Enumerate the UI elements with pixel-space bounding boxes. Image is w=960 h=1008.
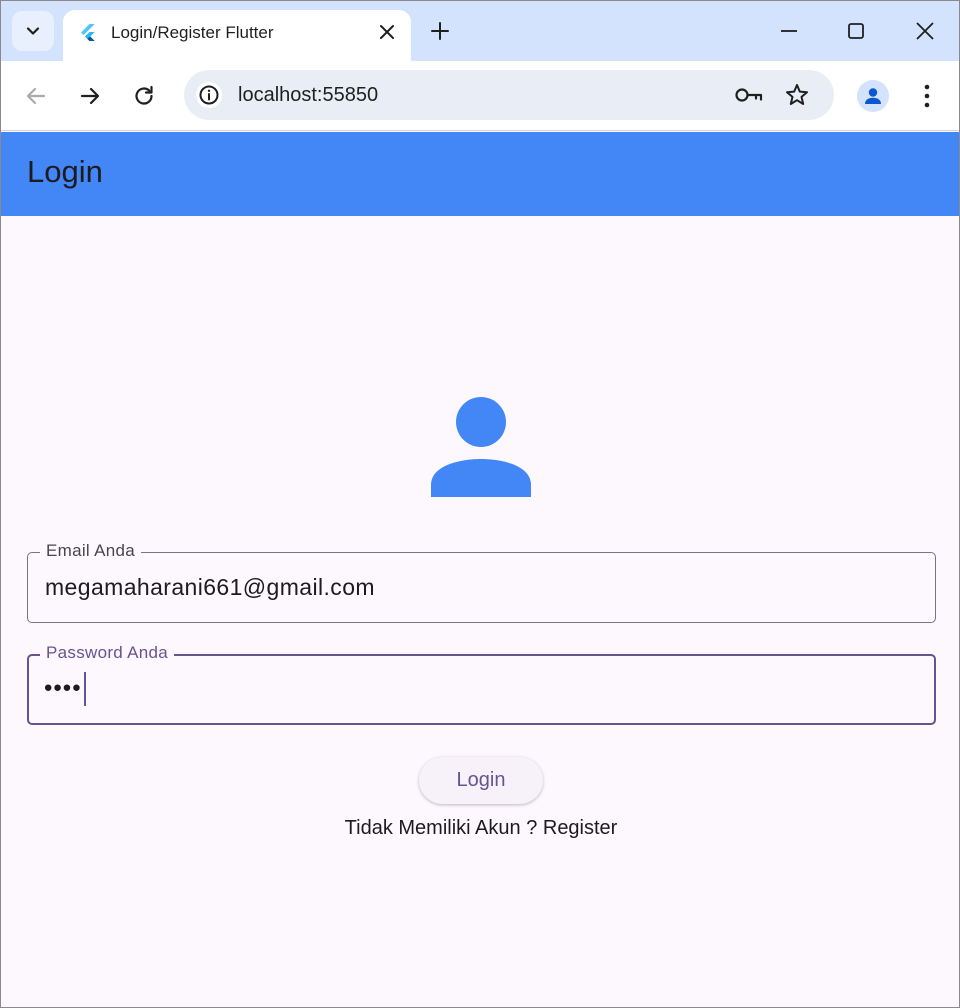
plus-icon[interactable] (429, 20, 451, 42)
arrow-right-icon[interactable] (77, 83, 103, 109)
chevron-down-icon (26, 27, 40, 35)
page-title: Login (27, 154, 103, 189)
person-icon (865, 88, 881, 104)
password-field[interactable]: Password Anda •••• (27, 643, 936, 725)
maximize-icon[interactable] (844, 19, 868, 43)
password-field-value[interactable]: •••• (44, 672, 86, 706)
person-icon (431, 397, 531, 497)
email-field-value[interactable]: megamaharani661@gmail.com (45, 574, 375, 601)
url-text[interactable]: localhost:55850 (238, 84, 378, 107)
browser-window: Login/Register Flutter localhost:55850 L… (0, 0, 960, 1008)
star-icon[interactable] (784, 82, 810, 108)
app-bar: Login (1, 132, 959, 216)
register-link[interactable]: Tidak Memiliki Akun ? Register (1, 817, 959, 840)
tab-search-button[interactable] (12, 11, 54, 51)
profile-button[interactable] (857, 80, 889, 112)
password-dots: •••• (44, 674, 82, 702)
close-icon[interactable] (377, 22, 397, 42)
minimize-icon[interactable] (777, 19, 801, 43)
key-icon[interactable] (734, 82, 764, 108)
tab-strip: Login/Register Flutter (1, 1, 959, 61)
email-field-label: Email Anda (40, 541, 141, 561)
tab-title: Login/Register Flutter (111, 23, 274, 42)
info-icon[interactable] (196, 82, 222, 108)
close-window-icon[interactable] (913, 19, 937, 43)
browser-toolbar: localhost:55850 (1, 61, 959, 131)
arrow-left-icon[interactable] (23, 83, 49, 109)
kebab-menu-icon[interactable] (915, 82, 939, 110)
address-bar[interactable]: localhost:55850 (184, 70, 834, 120)
text-caret (83, 672, 86, 706)
login-button[interactable]: Login (419, 757, 543, 804)
email-field[interactable]: Email Anda megamaharani661@gmail.com (27, 541, 936, 623)
flutter-logo-icon (81, 24, 95, 41)
reload-icon[interactable] (131, 83, 157, 109)
info-glyph-icon (199, 85, 219, 105)
password-field-label: Password Anda (40, 643, 175, 663)
browser-tab[interactable]: Login/Register Flutter (63, 10, 411, 61)
